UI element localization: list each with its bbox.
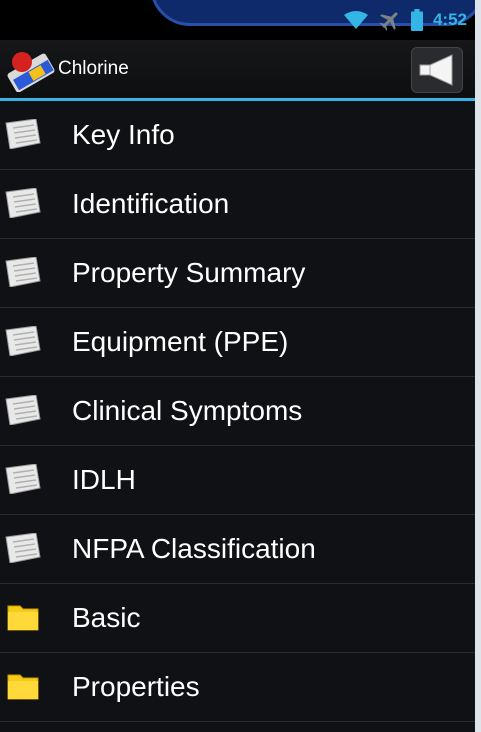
document-icon xyxy=(5,326,41,356)
action-bar: Chlorine xyxy=(0,40,475,101)
status-bar: 4:52 xyxy=(0,0,475,40)
screen-border xyxy=(475,0,481,732)
menu-item-label: Key Info xyxy=(72,119,175,150)
battery-icon xyxy=(410,9,423,31)
menu-item-nfpa-classification[interactable]: NFPA Classification xyxy=(0,515,475,584)
document-icon xyxy=(5,464,41,494)
document-icon xyxy=(5,257,41,287)
menu-item-label: Basic xyxy=(72,602,141,633)
menu-item-label: Properties xyxy=(72,671,200,702)
menu-item-label: Equipment (PPE) xyxy=(72,326,289,357)
menu-list: Key Info Identification Property Summary… xyxy=(0,101,475,722)
menu-item-label: IDLH xyxy=(72,464,136,495)
menu-item-property-summary[interactable]: Property Summary xyxy=(0,239,475,308)
document-icon xyxy=(5,188,41,218)
status-time: 4:52 xyxy=(432,10,467,29)
hazmat-app-icon[interactable] xyxy=(6,48,58,92)
menu-item-basic[interactable]: Basic xyxy=(0,584,475,653)
menu-item-idlh[interactable]: IDLH xyxy=(0,446,475,515)
app-title: Chlorine xyxy=(58,58,129,79)
menu-item-clinical-symptoms[interactable]: Clinical Symptoms xyxy=(0,377,475,446)
speaker-icon xyxy=(419,54,453,86)
document-icon xyxy=(5,119,41,149)
wifi-icon xyxy=(343,11,368,29)
document-icon xyxy=(5,395,41,425)
airplane-mode-icon xyxy=(379,12,398,31)
folder-icon xyxy=(7,674,39,700)
menu-item-label: Identification xyxy=(72,188,230,219)
phone-screen: 4:52 Chlorine Key Info Identification Pr… xyxy=(0,0,475,732)
menu-item-label: Clinical Symptoms xyxy=(72,395,303,426)
speaker-button[interactable] xyxy=(411,47,463,93)
status-icons: 4:52 xyxy=(343,8,467,32)
menu-item-identification[interactable]: Identification xyxy=(0,170,475,239)
menu-item-key-info[interactable]: Key Info xyxy=(0,101,475,170)
menu-item-equipment-ppe[interactable]: Equipment (PPE) xyxy=(0,308,475,377)
menu-item-label: NFPA Classification xyxy=(72,533,316,564)
menu-item-label: Property Summary xyxy=(72,257,306,288)
menu-item-properties[interactable]: Properties xyxy=(0,653,475,722)
folder-icon xyxy=(7,605,39,631)
document-icon xyxy=(5,533,41,563)
